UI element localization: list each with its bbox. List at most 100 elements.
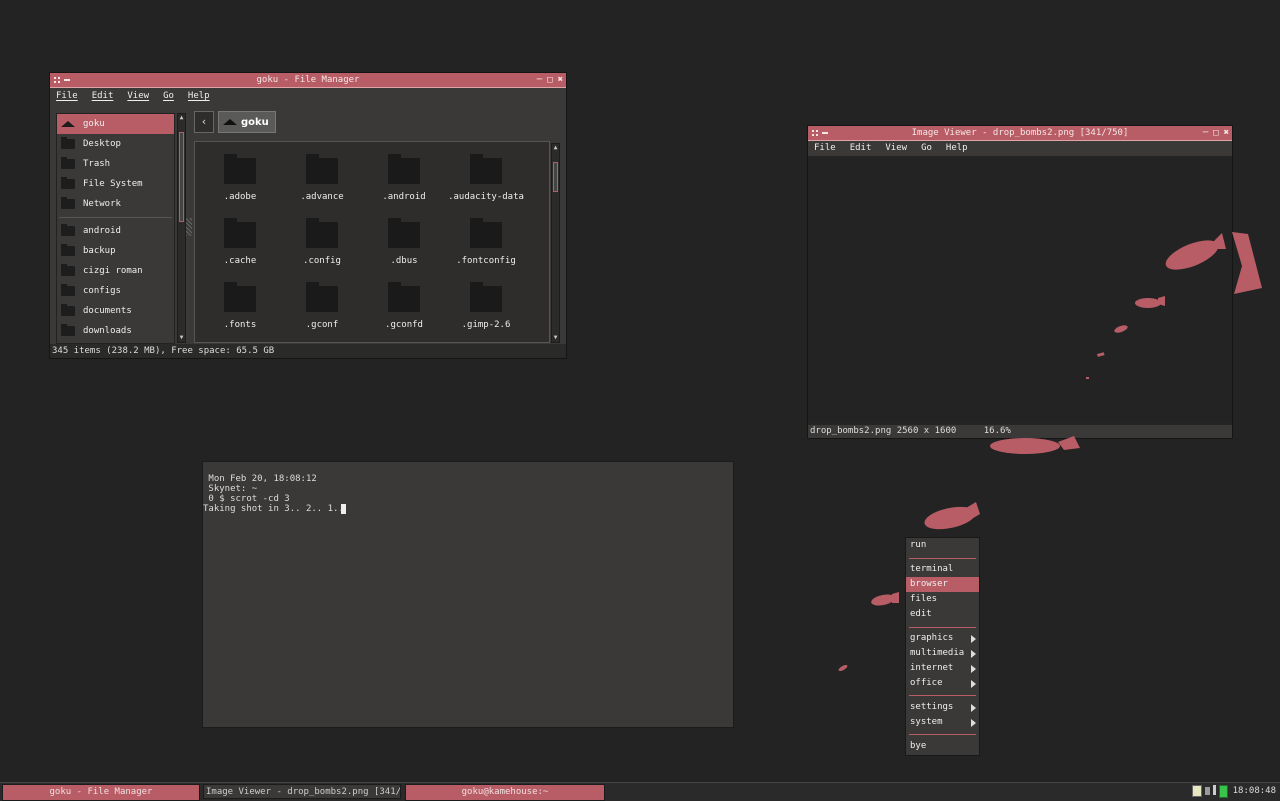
task-image-viewer[interactable]: Image Viewer - drop_bombs2.png [341/... bbox=[203, 784, 401, 799]
terminal-line: 0 $ scrot -cd 3 bbox=[203, 494, 290, 504]
task-terminal[interactable]: goku@kamehouse:~ bbox=[405, 784, 605, 801]
scroll-down-icon[interactable]: ▼ bbox=[178, 334, 185, 342]
window-menu-grip-icon[interactable] bbox=[812, 130, 818, 136]
task-file-manager[interactable]: goku - File Manager bbox=[2, 784, 200, 801]
scroll-up-icon[interactable]: ▲ bbox=[552, 144, 559, 152]
sidebar-item-documents[interactable]: documents bbox=[57, 301, 174, 321]
sidebar-item-goku[interactable]: goku bbox=[57, 114, 174, 134]
file-item[interactable]: .cache bbox=[199, 218, 281, 266]
file-item[interactable]: .gconf bbox=[281, 282, 363, 330]
menu-file[interactable]: File bbox=[814, 141, 836, 156]
file-name: .adobe bbox=[223, 192, 257, 202]
file-item[interactable]: .android bbox=[363, 154, 445, 202]
bomb-illustration bbox=[1086, 233, 1226, 379]
menu-item-multimedia[interactable]: multimedia bbox=[906, 646, 979, 661]
folder-icon bbox=[61, 304, 75, 316]
file-name: .gconf bbox=[305, 320, 339, 330]
sidebar-item-label: Desktop bbox=[83, 139, 121, 149]
menu-help[interactable]: Help bbox=[946, 141, 968, 156]
sidebar-item-android[interactable]: android bbox=[57, 221, 174, 241]
menu-item-bye[interactable]: bye bbox=[906, 739, 979, 754]
menu-view[interactable]: View bbox=[127, 88, 149, 104]
close-icon[interactable]: ✖ bbox=[558, 73, 563, 87]
file-name: .gimp-2.6 bbox=[461, 320, 511, 330]
battery-icon[interactable] bbox=[1219, 785, 1228, 798]
menu-item-label: internet bbox=[910, 663, 954, 673]
window-title: goku - File Manager bbox=[256, 75, 360, 85]
parcellite-icon[interactable] bbox=[1192, 785, 1202, 797]
menu-help[interactable]: Help bbox=[188, 88, 210, 104]
file-icon-grid: .adobe .advance .android .audacity-data … bbox=[194, 141, 550, 343]
menu-item-files[interactable]: files bbox=[906, 592, 979, 607]
sidebar-item-cizgi-roman[interactable]: cizgi roman bbox=[57, 261, 174, 281]
menu-edit[interactable]: Edit bbox=[850, 141, 872, 156]
file-item[interactable]: .gconfd bbox=[363, 282, 445, 330]
sidebar-item-backup[interactable]: backup bbox=[57, 241, 174, 261]
menu-item-graphics[interactable]: graphics bbox=[906, 631, 979, 646]
file-manager-window: goku - File Manager ─ □ ✖ File Edit View… bbox=[50, 73, 566, 358]
minimize-icon[interactable]: ─ bbox=[537, 73, 542, 87]
file-grid-scrollbar[interactable]: ▲ ▼ bbox=[551, 143, 560, 343]
sidebar-item-label: File System bbox=[83, 179, 143, 189]
menu-item-label: multimedia bbox=[910, 648, 965, 658]
menu-view[interactable]: View bbox=[885, 141, 907, 156]
menu-item-system[interactable]: system bbox=[906, 715, 979, 730]
submenu-arrow-icon bbox=[971, 704, 976, 712]
network-status-icon[interactable] bbox=[1213, 785, 1216, 795]
maximize-icon[interactable]: □ bbox=[1213, 126, 1218, 140]
menu-item-terminal[interactable]: terminal bbox=[906, 562, 979, 577]
file-item[interactable]: .fontconfig bbox=[445, 218, 527, 266]
file-name: .fonts bbox=[223, 320, 257, 330]
file-item[interactable]: .audacity-data bbox=[445, 154, 527, 202]
menu-go[interactable]: Go bbox=[163, 88, 174, 104]
menu-edit[interactable]: Edit bbox=[92, 88, 114, 104]
close-icon[interactable]: ✖ bbox=[1224, 126, 1229, 140]
folder-icon bbox=[470, 282, 502, 312]
menu-go[interactable]: Go bbox=[921, 141, 932, 156]
scroll-up-icon[interactable]: ▲ bbox=[178, 114, 185, 122]
folder-icon bbox=[61, 244, 75, 256]
menu-item-settings[interactable]: settings bbox=[906, 700, 979, 715]
sidebar-item-file-system[interactable]: File System bbox=[57, 174, 174, 194]
scroll-thumb[interactable] bbox=[179, 132, 184, 222]
scroll-thumb[interactable] bbox=[553, 162, 558, 192]
menu-file[interactable]: File bbox=[56, 88, 78, 104]
desktop-icon bbox=[61, 137, 75, 149]
breadcrumb-home-button[interactable]: goku bbox=[218, 111, 276, 133]
file-item[interactable]: .config bbox=[281, 218, 363, 266]
maximize-icon[interactable]: □ bbox=[547, 73, 552, 87]
breadcrumb: ‹ goku bbox=[194, 111, 276, 133]
minimize-icon[interactable]: ─ bbox=[1203, 126, 1208, 140]
submenu-arrow-icon bbox=[971, 680, 976, 688]
shade-icon[interactable] bbox=[64, 79, 70, 81]
menu-item-browser[interactable]: browser bbox=[906, 577, 979, 592]
sidebar-item-trash[interactable]: Trash bbox=[57, 154, 174, 174]
sidebar-item-label: Trash bbox=[83, 159, 111, 169]
menu-item-internet[interactable]: internet bbox=[906, 661, 979, 676]
file-item[interactable]: .advance bbox=[281, 154, 363, 202]
file-item[interactable]: .gimp-2.6 bbox=[445, 282, 527, 330]
menu-item-edit[interactable]: edit bbox=[906, 607, 979, 622]
sidebar-item-desktop[interactable]: Desktop bbox=[57, 134, 174, 154]
file-manager-titlebar[interactable]: goku - File Manager ─ □ ✖ bbox=[50, 73, 566, 88]
shade-icon[interactable] bbox=[822, 132, 828, 134]
sidebar-item-label: documents bbox=[83, 306, 132, 316]
scroll-down-icon[interactable]: ▼ bbox=[552, 334, 559, 342]
file-item[interactable]: .adobe bbox=[199, 154, 281, 202]
image-viewer-titlebar[interactable]: Image Viewer - drop_bombs2.png [341/750]… bbox=[808, 126, 1232, 141]
window-menu-grip-icon[interactable] bbox=[54, 77, 60, 83]
back-button[interactable]: ‹ bbox=[194, 111, 214, 133]
places-sidebar: goku Desktop Trash File System Network a… bbox=[56, 113, 175, 344]
sidebar-item-network[interactable]: Network bbox=[57, 194, 174, 214]
file-item[interactable]: .dbus bbox=[363, 218, 445, 266]
volume-icon[interactable] bbox=[1205, 787, 1210, 795]
menu-item-run[interactable]: run bbox=[906, 538, 979, 553]
pane-resize-handle[interactable] bbox=[186, 218, 192, 236]
sidebar-item-downloads[interactable]: downloads bbox=[57, 321, 174, 341]
sidebar-item-configs[interactable]: configs bbox=[57, 281, 174, 301]
image-canvas[interactable] bbox=[808, 157, 1232, 423]
terminal-window[interactable]: Mon Feb 20, 18:08:12 Skynet: ~ 0 $ scrot… bbox=[202, 461, 734, 728]
file-item[interactable]: .fonts bbox=[199, 282, 281, 330]
sidebar-scrollbar[interactable]: ▲ ▼ bbox=[177, 113, 186, 343]
menu-item-office[interactable]: office bbox=[906, 676, 979, 691]
